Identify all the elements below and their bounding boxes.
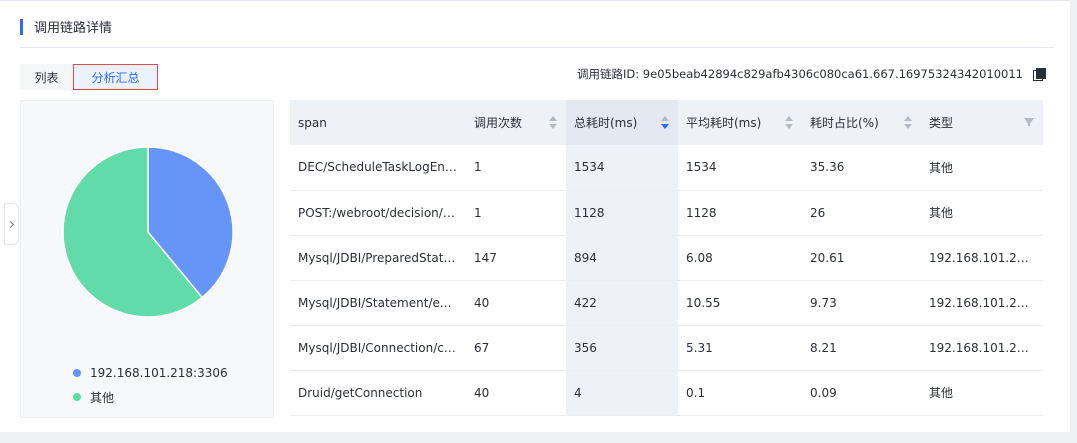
- table-cell: 其他: [921, 370, 1043, 416]
- sort-icon[interactable]: [785, 116, 793, 129]
- filter-icon[interactable]: [1024, 118, 1034, 126]
- table-cell: 1534: [566, 145, 678, 191]
- section-accent-bar: [20, 18, 23, 35]
- table-cell: 8.21: [802, 325, 921, 371]
- table-cell: 0.1: [678, 370, 802, 416]
- table-cell: 35.36: [802, 145, 921, 191]
- section-divider: [20, 47, 1054, 48]
- table-row[interactable]: Mysql/JDBI/Connection/com... 67 356 5.31 8.2…: [290, 325, 1043, 371]
- legend-label: 192.168.101.218:3306: [90, 366, 228, 380]
- table-cell: Mysql/JDBI/PreparedStatem...: [290, 235, 466, 281]
- chevron-right-icon: [6, 220, 15, 228]
- table-cell: Druid/getConnection: [290, 370, 466, 416]
- table-row[interactable]: Mysql/JDBI/Statement/execu... 40 422 10.55 9…: [290, 280, 1043, 326]
- table-cell: 其他: [921, 145, 1043, 191]
- table-cell: Mysql/JDBI/Connection/com...: [290, 325, 466, 371]
- legend-item[interactable]: 其他: [73, 385, 228, 409]
- table-cell: 1534: [678, 145, 802, 191]
- table-cell: 1: [466, 190, 566, 236]
- sort-icon[interactable]: [549, 116, 557, 129]
- sidebar-collapse-toggle[interactable]: [4, 203, 19, 245]
- legend-dot: [73, 369, 81, 377]
- table-cell: 0.09: [802, 370, 921, 416]
- sort-icon[interactable]: [904, 116, 912, 129]
- table-cell: 192.168.101.218:3...: [921, 280, 1043, 326]
- table-row[interactable]: Mysql/JDBI/PreparedStatem... 147 894 6.08 20…: [290, 235, 1043, 281]
- table-cell: 26: [802, 190, 921, 236]
- table-cell: Mysql/JDBI/Statement/execu...: [290, 280, 466, 326]
- column-header-call-count[interactable]: 调用次数: [466, 100, 566, 145]
- table-cell: DEC/ScheduleTaskLogEntityD...: [290, 145, 466, 191]
- pie-chart-container: 192.168.101.218:3306 其他: [20, 100, 274, 418]
- copy-icon[interactable]: [1033, 67, 1046, 81]
- trace-id-display: 调用链路ID: 9e05beab42894c829afb4306c080ca61…: [577, 66, 1046, 82]
- column-header-type[interactable]: 类型: [921, 100, 1043, 145]
- table-cell: 67: [466, 325, 566, 371]
- tab-analysis-summary[interactable]: 分析汇总: [73, 64, 158, 90]
- table-cell: 40: [466, 280, 566, 326]
- table-cell: 40: [466, 370, 566, 416]
- trace-detail-panel: 调用链路详情 列表 分析汇总 调用链路ID: 9e05beab42894c829…: [0, 0, 1070, 432]
- table-cell: 422: [566, 280, 678, 326]
- table-cell: 894: [566, 235, 678, 281]
- table-cell: 1128: [566, 190, 678, 236]
- table-cell: 20.61: [802, 235, 921, 281]
- column-header-time-ratio[interactable]: 耗时占比(%): [802, 100, 921, 145]
- column-header-span: span: [290, 100, 466, 145]
- table-cell: 5.31: [678, 325, 802, 371]
- table-row[interactable]: Druid/getConnection 40 4 0.1 0.09 其他: [290, 370, 1043, 416]
- table-cell: 1128: [678, 190, 802, 236]
- section-header: 调用链路详情: [20, 18, 113, 36]
- table-cell: 356: [566, 325, 678, 371]
- legend-dot: [73, 393, 81, 401]
- table-cell: 192.168.101.218:3...: [921, 235, 1043, 281]
- sort-desc-icon[interactable]: [661, 116, 669, 129]
- table-header-row: span 调用次数 总耗时(ms) 平均耗时(ms) 耗时占比(%) 类型: [290, 100, 1043, 145]
- table-cell: 10.55: [678, 280, 802, 326]
- chart-legend: 192.168.101.218:3306 其他: [73, 361, 228, 409]
- table-cell: 9.73: [802, 280, 921, 326]
- trace-id-text: 调用链路ID: 9e05beab42894c829afb4306c080ca61…: [577, 67, 1023, 81]
- table-cell: 1: [466, 145, 566, 191]
- table-row[interactable]: POST:/webroot/decision/ops... 1 1128 1128 26…: [290, 190, 1043, 236]
- table-cell: POST:/webroot/decision/ops...: [290, 190, 466, 236]
- tab-list[interactable]: 列表: [20, 64, 73, 90]
- table-row[interactable]: DEC/ScheduleTaskLogEntityD...11534153435…: [290, 145, 1043, 191]
- view-tabs: 列表 分析汇总: [20, 64, 158, 90]
- section-title: 调用链路详情: [34, 21, 113, 36]
- table-cell: 6.08: [678, 235, 802, 281]
- table-cell: 4: [566, 370, 678, 416]
- column-header-avg-time[interactable]: 平均耗时(ms): [678, 100, 802, 145]
- table-cell: 其他: [921, 190, 1043, 236]
- table-cell: 147: [466, 235, 566, 281]
- legend-label: 其他: [90, 390, 115, 405]
- table-cell: 192.168.101.218:3...: [921, 325, 1043, 371]
- span-summary-table: span 调用次数 总耗时(ms) 平均耗时(ms) 耗时占比(%) 类型 DE…: [290, 100, 1043, 416]
- column-header-total-time[interactable]: 总耗时(ms): [566, 100, 678, 145]
- legend-item[interactable]: 192.168.101.218:3306: [73, 361, 228, 385]
